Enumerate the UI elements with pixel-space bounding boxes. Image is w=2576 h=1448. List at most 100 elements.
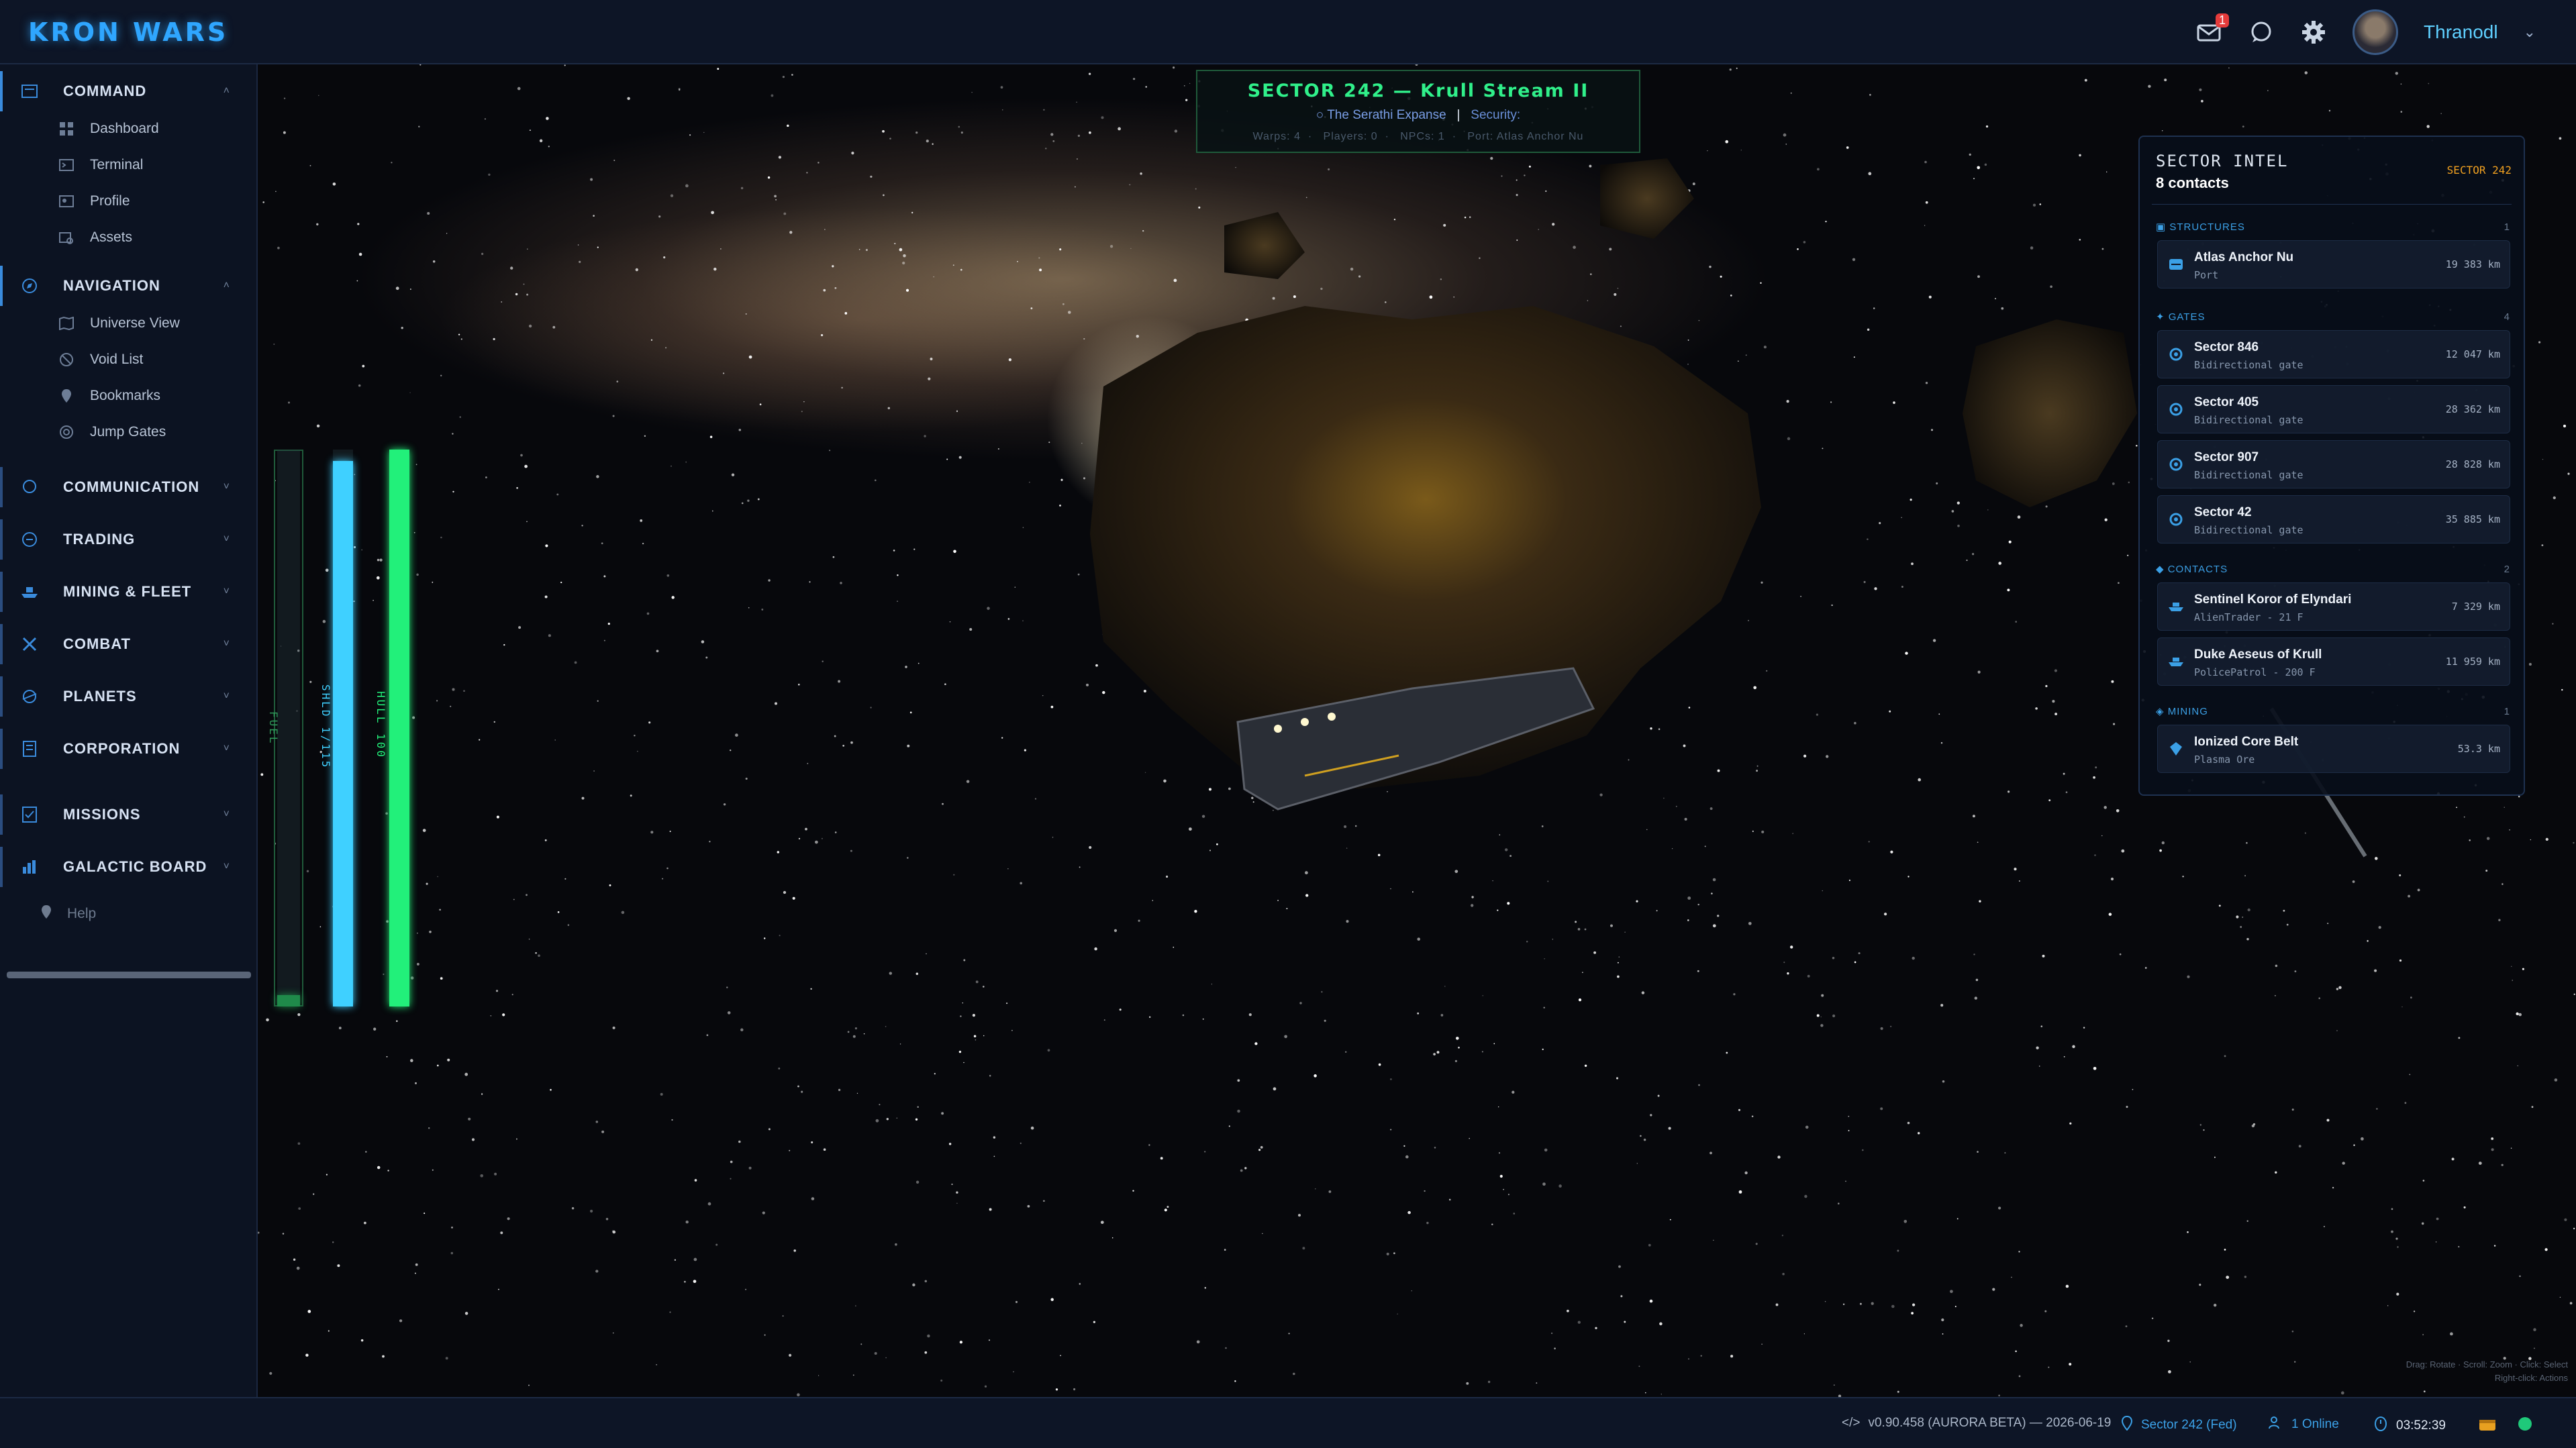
fuel-gauge [277, 450, 300, 1006]
sidebar-section-corporation[interactable]: CORPORATION ˅ [0, 729, 258, 769]
version-info: </> v0.90.458 (AURORA BETA) — 2026-06-19 [1842, 1416, 2111, 1431]
intel-row[interactable]: Sector 907 Bidirectional gate 28 828 km [2157, 440, 2510, 488]
asteroid-small[interactable] [1963, 319, 2137, 507]
username[interactable]: Thranodl [2424, 21, 2498, 43]
help-link[interactable]: Help [40, 904, 96, 923]
sidebar-item-label: Profile [90, 193, 130, 209]
sidebar-item-terminal[interactable]: Terminal [0, 150, 258, 180]
sidebar-item-label: Void List [90, 352, 144, 367]
sidebar-section-combat[interactable]: COMBAT ˅ [0, 624, 258, 664]
intel-row-name: Sector 907 [2194, 450, 2259, 464]
sidebar-item-assets[interactable]: Assets [0, 223, 258, 252]
top-bar: KRON WARS 1 Thranodl ⌄ [0, 0, 2576, 64]
sector-label: Sector 242 (Fed) [2141, 1418, 2237, 1432]
sidebar-section-trading[interactable]: TRADING ˅ [0, 519, 258, 560]
sidebar-item-bookmarks[interactable]: Bookmarks [0, 381, 258, 411]
intel-row[interactable]: Duke Aeseus of Krull PolicePatrol - 200 … [2157, 637, 2510, 686]
category-label: CONTACTS [2167, 563, 2228, 575]
profile-icon [58, 193, 75, 210]
chevron-down-icon[interactable]: ⌄ [2524, 23, 2536, 41]
avatar[interactable] [2352, 9, 2399, 55]
sidebar-scrollbar[interactable] [7, 972, 251, 978]
intel-row-sub: Bidirectional gate [2194, 469, 2303, 481]
intel-row[interactable]: Ionized Core Belt Plasma Ore 53.3 km [2157, 725, 2510, 773]
terminal-icon [58, 156, 75, 174]
sector-banner: SECTOR 242 — Krull Stream II ○ The Serat… [1196, 70, 1640, 153]
category-count: 4 [2504, 311, 2510, 323]
sidebar-item-dashboard[interactable]: Dashboard [0, 114, 258, 144]
mail-icon[interactable]: 1 [2195, 13, 2230, 46]
contact-icon: ◆ [2156, 564, 2168, 575]
game-logo[interactable]: KRON WARS [28, 17, 228, 47]
mail-badge: 1 [2216, 13, 2230, 28]
sidebar-section-missions[interactable]: MISSIONS ˅ [0, 794, 258, 835]
intel-row-name: Sentinel Koror of Elyndari [2194, 592, 2352, 607]
void-icon [58, 351, 75, 368]
mining-icon: ◈ [2156, 706, 2168, 717]
sidebar-item-void-list[interactable]: Void List [0, 345, 258, 374]
sidebar-item-label: Jump Gates [90, 424, 166, 439]
chevron-down-icon: ˅ [223, 586, 230, 597]
asteroid-small[interactable] [1224, 212, 1305, 279]
chevron-up-icon: ˄ [223, 85, 230, 97]
sidebar-section-planets[interactable]: PLANETS ˅ [0, 676, 258, 717]
shield-gauge-label: SHLD 1/115 [319, 684, 332, 770]
fuel-gauge-label: FUEL [267, 711, 280, 745]
intel-row-name: Sector 846 [2194, 340, 2259, 354]
clock-icon [2373, 1416, 2388, 1436]
hull-gauge-fill [389, 450, 409, 1006]
help-icon [40, 904, 52, 923]
sector-subtitle: ○ The Serathi Expanse | Security: [1197, 108, 1639, 123]
category-label: STRUCTURES [2169, 221, 2245, 233]
sidebar-section-mining-fleet[interactable]: MINING & FLEET ˅ [0, 572, 258, 612]
sidebar-section-label: NAVIGATION [63, 277, 160, 294]
sidebar-item-label: Assets [90, 229, 133, 245]
region-icon: ○ [1316, 108, 1324, 122]
sidebar-item-label: Terminal [90, 157, 144, 172]
intel-row[interactable]: Sentinel Koror of Elyndari AlienTrader -… [2157, 582, 2510, 631]
intel-row[interactable]: Sector 405 Bidirectional gate 28 362 km [2157, 385, 2510, 433]
code-icon: </> [1842, 1416, 1861, 1430]
gear-icon[interactable] [2300, 19, 2327, 46]
intel-row-distance: 28 362 km [2445, 403, 2500, 415]
sidebar-section-label: PLANETS [63, 688, 137, 705]
dashboard-icon [58, 120, 75, 138]
asteroid-small[interactable] [1600, 158, 1694, 239]
sidebar-item-universe-view[interactable]: Universe View [0, 309, 258, 338]
intel-row[interactable]: Atlas Anchor Nu Port 19 383 km [2157, 240, 2510, 289]
sidebar-item-profile[interactable]: Profile [0, 187, 258, 216]
ship-icon [2167, 598, 2185, 615]
sidebar-item-jump-gates[interactable]: Jump Gates [0, 417, 258, 447]
intel-row-distance: 19 383 km [2445, 258, 2500, 270]
chest-icon [2478, 1416, 2497, 1436]
crystal-icon [2167, 740, 2185, 758]
sidebar-section-label: MINING & FLEET [63, 583, 192, 600]
trade-icon [20, 530, 39, 549]
chat-icon[interactable] [2248, 19, 2275, 46]
intel-row-sub: PolicePatrol - 200 F [2194, 666, 2316, 678]
command-icon [20, 82, 39, 101]
category-label: GATES [2168, 311, 2206, 323]
inventory-button[interactable] [2478, 1416, 2497, 1436]
intel-row[interactable]: Sector 42 Bidirectional gate 35 885 km [2157, 495, 2510, 544]
compass-icon [20, 276, 39, 295]
sector-stat-npcs: NPCs: 1 [1400, 131, 1445, 142]
sector-stat-port: Port: Atlas Anchor Nu [1467, 131, 1584, 142]
sidebar-section-navigation[interactable]: NAVIGATION ˄ [0, 266, 258, 306]
online-info[interactable]: 1 Online [2269, 1416, 2339, 1433]
sidebar-section-galactic-board[interactable]: GALACTIC BOARD ˅ [0, 847, 258, 887]
sidebar-section-communication[interactable]: COMMUNICATION ˅ [0, 467, 258, 507]
sidebar: COMMAND ˄ Dashboard Terminal Profile Ass… [0, 64, 258, 1397]
intel-row-distance: 11 959 km [2445, 656, 2500, 668]
intel-category-gates: ✦ GATES 4 [2156, 309, 2510, 325]
building-icon [20, 739, 39, 758]
intel-row-name: Ionized Core Belt [2194, 735, 2299, 749]
gate-icon [2167, 401, 2185, 418]
intel-row-name: Sector 42 [2194, 505, 2252, 519]
sector-info[interactable]: Sector 242 (Fed) [2121, 1415, 2237, 1435]
intel-row[interactable]: Sector 846 Bidirectional gate 12 047 km [2157, 330, 2510, 378]
planet-icon [20, 687, 39, 706]
intel-row-sub: Port [2194, 269, 2219, 281]
intel-row-distance: 28 828 km [2445, 458, 2500, 470]
sidebar-section-command[interactable]: COMMAND ˄ [0, 71, 258, 111]
